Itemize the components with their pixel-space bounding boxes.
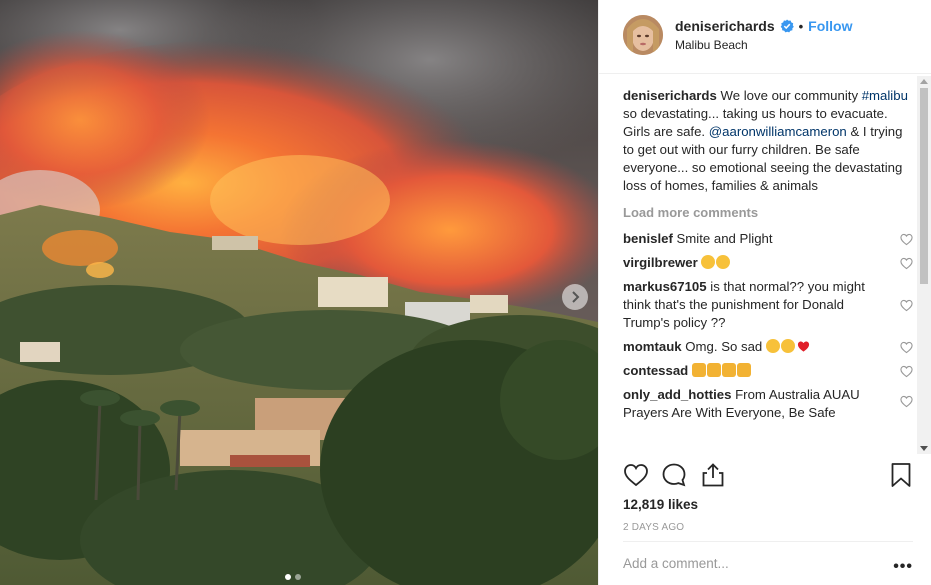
more-options-button[interactable]: •••	[893, 558, 913, 576]
comment-username[interactable]: virgilbrewer	[623, 255, 698, 270]
comment-text: Omg. So sad	[685, 339, 763, 354]
comment-username[interactable]: benislef	[623, 231, 673, 246]
scroll-up-arrow-icon[interactable]	[920, 79, 928, 84]
comment-username[interactable]: contessad	[623, 363, 688, 378]
add-comment-bar: •••	[623, 541, 913, 585]
carousel-dot-1	[285, 574, 291, 580]
follow-button[interactable]: Follow	[808, 18, 852, 34]
sad-face-emoji-icon	[701, 255, 716, 269]
comment-text: Smite and Plight	[676, 231, 773, 246]
carousel-dot-2	[295, 574, 301, 580]
comment-like-heart-icon[interactable]	[900, 365, 913, 378]
post-header: deniserichards • Follow Malibu Beach	[599, 0, 931, 74]
sad-face-emoji-icon	[780, 339, 795, 353]
comment-item: momtauk Omg. So sad	[623, 338, 913, 356]
comment-username[interactable]: momtauk	[623, 339, 682, 354]
scrollbar-thumb[interactable]	[920, 88, 928, 284]
comment-item: virgilbrewer	[623, 254, 913, 272]
avatar-image	[623, 15, 663, 55]
likes-count[interactable]: 12,819 likes	[623, 497, 698, 512]
comment-item: benislef Smite and Plight	[623, 230, 913, 248]
red-heart-emoji-icon	[797, 341, 810, 352]
avatar[interactable]	[623, 15, 663, 55]
folded-hands-emoji-icon	[736, 363, 751, 377]
wildfire-photo-image	[0, 0, 598, 585]
folded-hands-emoji-icon	[721, 363, 736, 377]
comment-like-heart-icon[interactable]	[900, 233, 913, 246]
comment-item: contessad	[623, 362, 913, 380]
comment-like-heart-icon[interactable]	[900, 299, 913, 312]
share-icon[interactable]	[700, 462, 726, 488]
caption-hashtag[interactable]: #malibu	[862, 88, 908, 103]
load-more-comments-button[interactable]: Load more comments	[623, 204, 913, 222]
separator-bullet: •	[798, 18, 804, 34]
bookmark-icon[interactable]	[888, 462, 914, 488]
post-timestamp[interactable]: 2 DAYS AGO	[623, 522, 684, 533]
comment-item: markus67105 is that normal?? you might t…	[623, 278, 913, 332]
chevron-right-icon	[572, 291, 580, 303]
heart-icon[interactable]	[623, 462, 649, 488]
header-username[interactable]: deniserichards	[675, 18, 775, 34]
caption-username[interactable]: deniserichards	[623, 88, 717, 103]
comment-like-heart-icon[interactable]	[900, 257, 913, 270]
comments-scrollbar[interactable]	[917, 76, 931, 454]
folded-hands-emoji-icon	[691, 363, 706, 377]
comment-bubble-icon[interactable]	[661, 462, 687, 488]
scroll-down-arrow-icon[interactable]	[920, 446, 928, 451]
location-link[interactable]: Malibu Beach	[675, 38, 748, 52]
post-actions-bar	[623, 462, 913, 490]
caption-mention[interactable]: @aaronwilliamcameron	[709, 124, 847, 139]
sad-face-emoji-icon	[765, 339, 780, 353]
verified-badge-icon	[780, 19, 794, 33]
add-comment-input[interactable]	[623, 556, 873, 571]
comment-item: only_add_hotties From Australia AUAU Pra…	[623, 386, 913, 422]
comment-username[interactable]: only_add_hotties	[623, 387, 731, 402]
comment-like-heart-icon[interactable]	[900, 395, 913, 408]
post-caption: deniserichards We love our community #ma…	[623, 87, 913, 195]
sad-face-emoji-icon	[716, 255, 731, 269]
comments-list[interactable]: deniserichards We love our community #ma…	[623, 86, 913, 454]
next-image-button[interactable]	[562, 284, 588, 310]
comment-like-heart-icon[interactable]	[900, 341, 913, 354]
carousel-indicator	[285, 574, 301, 580]
post-side-panel: deniserichards • Follow Malibu Beach den…	[598, 0, 931, 585]
caption-text-1: We love our community	[720, 88, 859, 103]
post-photo[interactable]	[0, 0, 598, 585]
comment-username[interactable]: markus67105	[623, 279, 707, 294]
folded-hands-emoji-icon	[706, 363, 721, 377]
